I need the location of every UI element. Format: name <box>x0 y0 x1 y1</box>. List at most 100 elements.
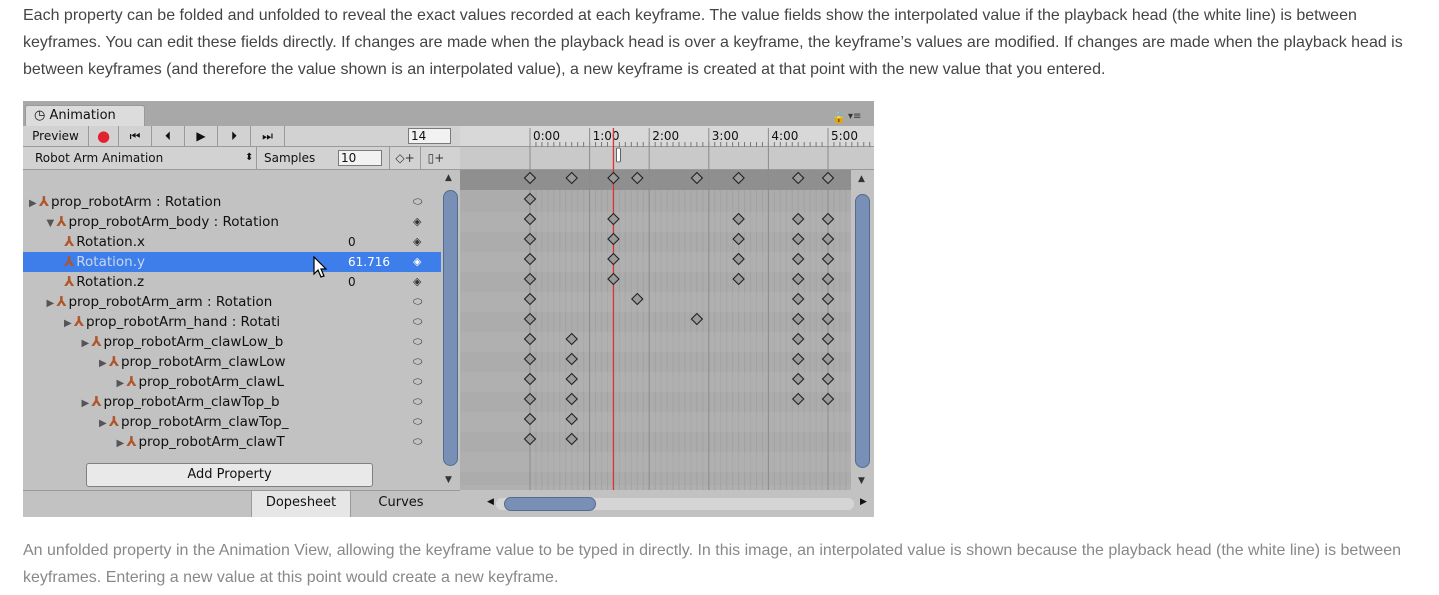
dopesheet-tab[interactable]: Dopesheet <box>251 491 351 517</box>
summary-keyframe <box>631 171 644 185</box>
property-dot-icon[interactable]: ⬭ <box>413 372 422 392</box>
play-icon[interactable]: ▶ <box>185 126 218 146</box>
frame-field[interactable]: 14 <box>408 128 451 144</box>
transform-axis-icon: ⅄ <box>56 294 67 310</box>
add-property-button[interactable]: Add Property <box>86 463 373 487</box>
property-dot-icon[interactable]: ⬭ <box>413 312 422 332</box>
curves-tab[interactable]: Curves <box>351 491 451 517</box>
foldout-collapsed-icon[interactable]: ▶ <box>29 198 37 209</box>
samples-field[interactable]: 10 <box>338 150 382 166</box>
property-row[interactable]: ▶ ⅄ prop_robotArm_clawLow ⬭ <box>23 352 441 372</box>
summary-keyframe <box>607 171 620 185</box>
dropdown-arrows-icon: ⬍ <box>245 152 254 163</box>
property-row[interactable]: ▶ ⅄ prop_robotArm_clawT ⬭ <box>23 432 441 452</box>
keyframe-toggle-icon[interactable]: ◈ <box>413 252 421 272</box>
preview-button[interactable]: Preview <box>23 126 89 146</box>
property-dot-icon[interactable]: ⬭ <box>413 332 422 352</box>
clip-bar: Robot Arm Animation ⬍ Samples 10 ◇+ ▯+ <box>23 147 460 170</box>
lock-icon[interactable]: 🔒 <box>832 111 846 124</box>
property-dot-icon[interactable]: ⬭ <box>413 392 422 412</box>
keyframe <box>523 192 537 206</box>
transform-axis-icon: ⅄ <box>73 314 84 330</box>
dopesheet-scrollbar[interactable]: ▲ ▼ <box>851 170 874 490</box>
transform-axis-icon: ⅄ <box>126 374 137 390</box>
clip-selector[interactable]: Robot Arm Animation <box>23 147 257 169</box>
add-event-icon[interactable]: ▯+ <box>421 147 451 169</box>
add-keyframe-icon[interactable]: ◇+ <box>389 147 421 169</box>
keyframe <box>565 352 578 366</box>
keyframe <box>523 232 537 246</box>
property-row[interactable]: ⅄ Rotation.y 61.716 ◈ <box>23 252 441 272</box>
scroll-down-icon[interactable]: ▼ <box>445 475 452 485</box>
property-dot-icon[interactable]: ⬭ <box>413 292 422 312</box>
transform-axis-icon: ⅄ <box>126 434 137 450</box>
property-list-scroll-thumb[interactable] <box>443 190 458 466</box>
keyframe-toggle-icon[interactable]: ◈ <box>413 232 421 252</box>
property-row[interactable]: ▼ ⅄ prop_robotArm_body : Rotation ◈ <box>23 212 441 232</box>
property-row-content: ⅄ Rotation.z <box>64 272 144 292</box>
dopesheet-canvas[interactable]: 0:00 1:00 2:00 3:00 4:00 5:00 <box>460 126 874 490</box>
foldout-collapsed-icon[interactable]: ▶ <box>82 398 90 409</box>
foldout-collapsed-icon[interactable]: ▶ <box>82 338 90 349</box>
last-keyframe-icon[interactable]: ⏭ <box>251 126 285 146</box>
animation-tab[interactable]: ◷ Animation <box>25 105 145 126</box>
transform-axis-icon: ⅄ <box>91 334 102 350</box>
dopesheet-scroll-thumb[interactable] <box>855 194 870 468</box>
property-row[interactable]: ▶ ⅄ prop_robotArm_arm : Rotation ⬭ <box>23 292 441 312</box>
next-keyframe-icon[interactable]: ⏵ <box>218 126 251 146</box>
previous-keyframe-icon[interactable]: ⏴ <box>152 126 185 146</box>
time-tick-label: 4:00 <box>771 129 798 143</box>
window-menu-icon[interactable]: ▾≡ <box>848 111 861 122</box>
keyframe-toggle-icon[interactable]: ◈ <box>413 212 421 232</box>
property-row[interactable]: ▶ ⅄ prop_robotArm_clawTop_b ⬭ <box>23 392 441 412</box>
property-row[interactable]: ⅄ Rotation.x 0 ◈ <box>23 232 441 252</box>
property-dot-icon[interactable]: ⬭ <box>413 412 422 432</box>
property-row[interactable]: ▶ ⅄ prop_robotArm : Rotation ⬭ <box>23 192 441 212</box>
scroll-right-icon[interactable]: ▶ <box>860 497 867 507</box>
property-row[interactable]: ▶ ⅄ prop_robotArm_clawLow_b ⬭ <box>23 332 441 352</box>
property-row[interactable]: ▶ ⅄ prop_robotArm_clawL ⬭ <box>23 372 441 392</box>
dopesheet-scroll-up-icon[interactable]: ▲ <box>858 174 865 184</box>
keyframe <box>523 432 537 446</box>
foldout-collapsed-icon[interactable]: ▶ <box>117 378 125 389</box>
summary-keyframe <box>565 171 578 185</box>
mouse-cursor-icon <box>313 256 327 278</box>
property-value-field[interactable]: 61.716 <box>348 252 390 272</box>
dopesheet-scroll-down-icon[interactable]: ▼ <box>858 476 865 486</box>
keyframe <box>791 272 805 286</box>
keyframe-toggle-icon[interactable]: ◈ <box>413 272 421 292</box>
foldout-collapsed-icon[interactable]: ▶ <box>99 358 107 369</box>
property-row[interactable]: ⅄ Rotation.z 0 ◈ <box>23 272 441 292</box>
property-dot-icon[interactable]: ⬭ <box>413 192 422 212</box>
timeline-hscroll-thumb[interactable] <box>504 497 596 511</box>
property-value-field[interactable]: 0 <box>348 232 356 252</box>
transform-axis-icon: ⅄ <box>56 214 67 230</box>
samples-label: Samples <box>264 151 316 165</box>
property-row[interactable]: ▶ ⅄ prop_robotArm_clawTop_ ⬭ <box>23 412 441 432</box>
intro-paragraph: Each property can be folded and unfolded… <box>23 7 1403 78</box>
scroll-up-icon[interactable]: ▲ <box>445 173 452 183</box>
timeline-hscrollbar[interactable]: ◀ ▶ <box>460 490 874 517</box>
row-shade <box>460 452 874 472</box>
foldout-collapsed-icon[interactable]: ▶ <box>47 298 55 309</box>
scroll-left-icon[interactable]: ◀ <box>487 497 494 507</box>
foldout-collapsed-icon[interactable]: ▶ <box>99 418 107 429</box>
row-shade <box>460 292 874 312</box>
property-dot-icon[interactable]: ⬭ <box>413 432 422 452</box>
property-list-scrollbar[interactable]: ▲ ▼ <box>441 170 460 490</box>
keyframe <box>607 232 620 246</box>
keyframe <box>523 352 537 366</box>
first-keyframe-icon[interactable]: ⏮ <box>119 126 152 146</box>
record-icon[interactable]: ● <box>89 126 119 146</box>
keyframe <box>607 272 620 286</box>
playhead-marker <box>616 147 621 163</box>
foldout-collapsed-icon[interactable]: ▶ <box>64 318 72 329</box>
property-row[interactable]: ▶ ⅄ prop_robotArm_hand : Rotati ⬭ <box>23 312 441 332</box>
row-shade <box>460 412 874 432</box>
foldout-collapsed-icon[interactable]: ▶ <box>117 438 125 449</box>
foldout-expanded-icon[interactable]: ▼ <box>47 218 55 229</box>
property-row-content: ⅄ Rotation.x <box>64 232 145 252</box>
property-value-field[interactable]: 0 <box>348 272 356 292</box>
property-dot-icon[interactable]: ⬭ <box>413 352 422 372</box>
keyframe <box>565 392 578 406</box>
